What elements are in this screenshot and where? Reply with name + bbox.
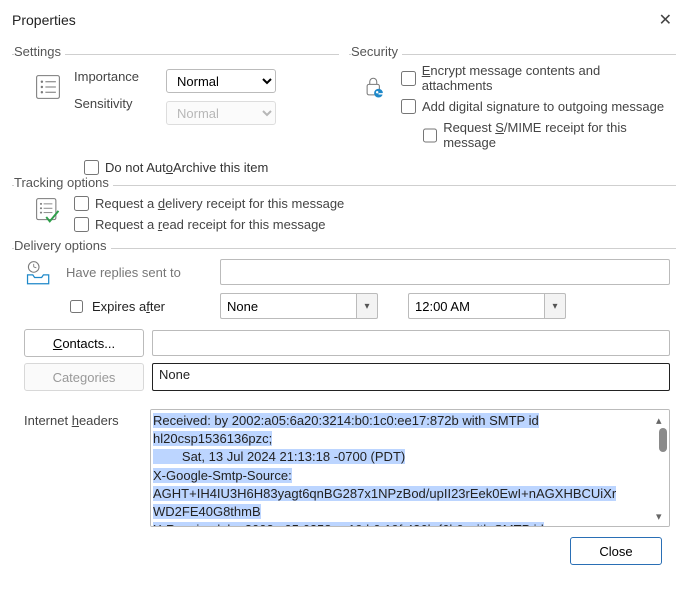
dialog-title: Properties — [12, 12, 76, 28]
digital-signature-checkbox[interactable] — [401, 99, 416, 114]
lock-key-icon — [361, 73, 389, 101]
tracking-legend: Tracking options — [14, 175, 113, 190]
importance-select[interactable]: Normal — [166, 69, 276, 93]
scroll-down-icon[interactable]: ▾ — [656, 510, 668, 522]
smime-receipt-label: Request S/MIME receipt for this message — [443, 120, 670, 150]
encrypt-label: Encrypt message contents and attachments — [422, 63, 670, 93]
digital-signature-label: Add digital signature to outgoing messag… — [422, 99, 664, 114]
read-receipt-checkbox[interactable] — [74, 217, 89, 232]
sensitivity-select[interactable]: Normal — [166, 101, 276, 125]
scroll-up-icon[interactable]: ▴ — [656, 414, 668, 426]
expires-date-dropdown[interactable]: ▾ — [356, 293, 378, 319]
categories-button[interactable]: Categories — [24, 363, 144, 391]
contacts-input[interactable] — [152, 330, 670, 356]
autoarchive-checkbox[interactable] — [84, 160, 99, 175]
expires-label: Expires after — [92, 299, 165, 314]
smime-receipt-checkbox[interactable] — [423, 128, 437, 143]
replies-input[interactable] — [220, 259, 670, 285]
inbox-clock-icon — [24, 259, 54, 289]
expires-checkbox[interactable] — [70, 300, 83, 313]
replies-label: Have replies sent to — [66, 265, 212, 280]
expires-date-combo[interactable] — [220, 293, 356, 319]
close-icon[interactable]: ✕ — [653, 8, 678, 32]
properties-icon — [34, 73, 62, 101]
scrollbar[interactable]: ▴ ▾ — [653, 414, 667, 522]
delivery-legend: Delivery options — [14, 238, 111, 253]
scroll-thumb[interactable] — [659, 428, 667, 452]
delivery-receipt-checkbox[interactable] — [74, 196, 89, 211]
chevron-down-icon: ▾ — [552, 301, 557, 312]
settings-legend: Settings — [14, 44, 65, 59]
internet-headers-textarea[interactable]: Received: by 2002:a05:6a20:3214:b0:1c0:e… — [150, 409, 670, 527]
expires-time-dropdown[interactable]: ▾ — [544, 293, 566, 319]
autoarchive-label: Do not AutoArchive this item — [105, 160, 268, 175]
importance-label: Importance — [74, 69, 154, 84]
internet-headers-label: Internet headers — [24, 409, 134, 428]
delivery-receipt-label: Request a delivery receipt for this mess… — [95, 196, 344, 211]
list-check-icon — [34, 196, 62, 224]
categories-field: None — [152, 363, 670, 391]
chevron-down-icon: ▾ — [364, 301, 369, 312]
sensitivity-label: Sensitivity — [74, 96, 154, 111]
contacts-button[interactable]: Contacts... — [24, 329, 144, 357]
read-receipt-label: Request a read receipt for this message — [95, 217, 326, 232]
close-button[interactable]: Close — [570, 537, 662, 565]
security-legend: Security — [351, 44, 402, 59]
expires-time-combo[interactable] — [408, 293, 544, 319]
encrypt-checkbox[interactable] — [401, 71, 416, 86]
